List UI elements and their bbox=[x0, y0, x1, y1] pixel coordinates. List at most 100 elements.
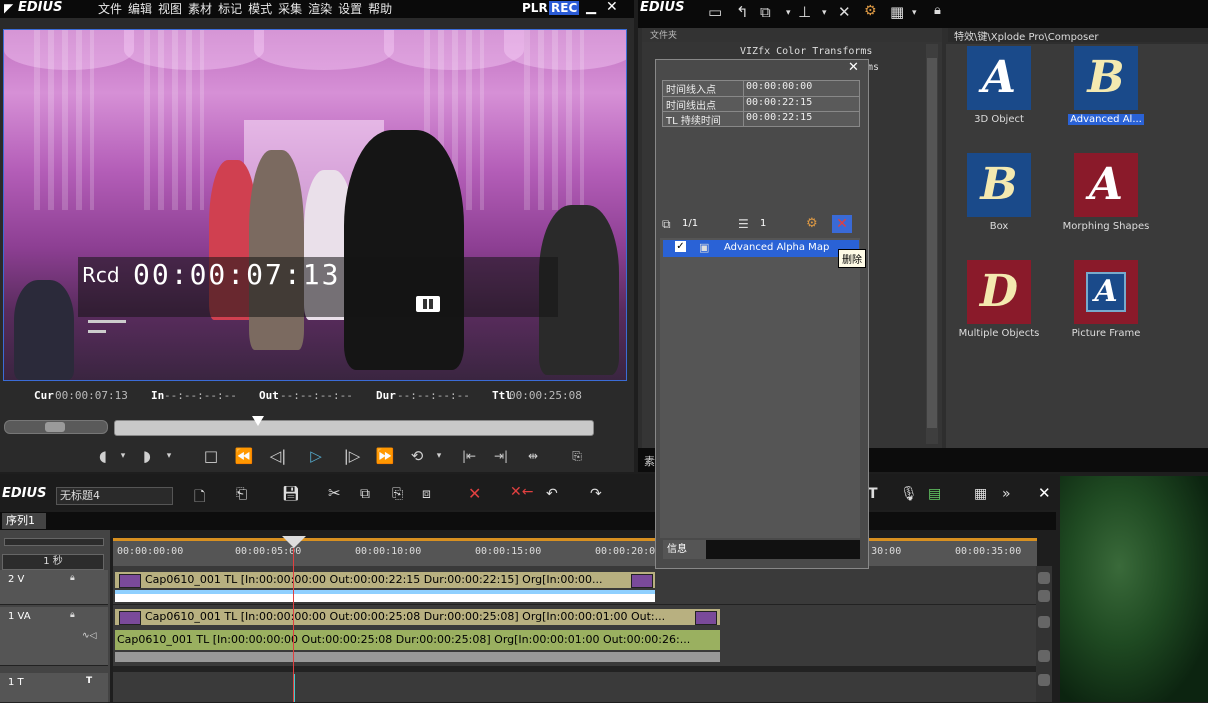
grid-icon[interactable]: ▦ bbox=[974, 486, 987, 502]
lock-icon[interactable]: 🔒︎ bbox=[70, 610, 75, 620]
menu-edit[interactable]: 编辑 bbox=[128, 2, 152, 16]
mic-icon[interactable]: 🎙︎ bbox=[900, 486, 918, 502]
bottom-tab[interactable]: 素 bbox=[644, 453, 655, 469]
close-icon[interactable]: ✕ bbox=[1038, 484, 1051, 502]
menu-mode[interactable]: 模式 bbox=[248, 2, 272, 16]
letter-b-icon: B bbox=[1074, 46, 1138, 110]
checkbox-icon[interactable]: ✓ bbox=[675, 241, 686, 252]
chevron-down-icon[interactable]: ▾ bbox=[822, 8, 827, 18]
timeline-ruler[interactable]: 00:00:00:00 00:00:05:00 00:00:10:00 00:0… bbox=[113, 538, 1037, 566]
loop-icon[interactable]: ⟲ bbox=[406, 444, 428, 468]
effect-morphing-shapes[interactable]: A bbox=[1074, 153, 1138, 217]
cut-icon[interactable]: ✂ bbox=[328, 484, 341, 502]
redo-icon[interactable]: ↷ bbox=[590, 486, 602, 502]
delete-icon[interactable]: ✕ bbox=[838, 3, 851, 21]
render-icon[interactable]: ▤ bbox=[928, 486, 941, 502]
up-folder-icon[interactable]: ↰ bbox=[736, 3, 749, 21]
effect-settings-icon[interactable]: ⚙ bbox=[864, 3, 877, 19]
lock-icon[interactable]: 🔒︎ bbox=[70, 573, 75, 583]
undo-icon[interactable]: ↶ bbox=[546, 486, 558, 502]
menu-view[interactable]: 视图 bbox=[158, 2, 182, 16]
info-table: 时间线入点 00:00:00:00 时间线出点 00:00:22:15 TL 持续时… bbox=[662, 80, 860, 127]
project-name-field[interactable]: 无标题4 bbox=[56, 487, 173, 505]
slider-thumb[interactable] bbox=[252, 416, 264, 426]
next-edit-icon[interactable]: ⇥| bbox=[488, 444, 514, 468]
effect-picture-frame[interactable]: A bbox=[1074, 260, 1138, 324]
delete-icon[interactable]: ✕ bbox=[468, 484, 481, 503]
effects-path: 特效\键\Xplode Pro\Composer bbox=[948, 28, 1208, 43]
ripple-delete-icon[interactable]: ✕← bbox=[510, 484, 533, 500]
step-back-icon[interactable]: ◁| bbox=[266, 444, 290, 468]
lock-icon[interactable]: 🔒︎ bbox=[934, 3, 941, 18]
chevron-down-icon[interactable]: ▾ bbox=[786, 8, 791, 18]
track-header-v2[interactable]: 2 V 🔒︎ bbox=[0, 570, 108, 605]
menu-marker[interactable]: 标记 bbox=[218, 2, 242, 16]
effect-settings-icon[interactable]: ⚙ bbox=[806, 216, 818, 231]
effect-3d-object[interactable]: A bbox=[967, 46, 1031, 110]
title-icon[interactable]: T bbox=[868, 486, 878, 502]
fast-forward-icon[interactable]: ⏩ bbox=[372, 444, 398, 468]
chevron-down-icon[interactable]: ▾ bbox=[118, 444, 128, 468]
prev-edit-icon[interactable]: |⇤ bbox=[456, 444, 482, 468]
step-forward-icon[interactable]: |▷ bbox=[340, 444, 364, 468]
rec-button[interactable]: REC bbox=[549, 1, 580, 15]
more-icon[interactable]: » bbox=[1002, 486, 1011, 502]
effect-advanced-alpha[interactable]: B bbox=[1074, 46, 1138, 110]
copy-icon[interactable]: ⧉ bbox=[760, 3, 771, 21]
paste-icon[interactable]: ⎘ bbox=[392, 486, 403, 502]
apply-icon[interactable]: ⊥ bbox=[798, 3, 811, 21]
playhead-marker[interactable] bbox=[282, 536, 306, 548]
menu-settings[interactable]: 设置 bbox=[338, 2, 362, 16]
view-icon[interactable]: ▦ bbox=[890, 3, 904, 21]
menu-bar: 文件 编辑 视图 素材 标记 模式 采集 渲染 设置 帮助 bbox=[98, 0, 398, 17]
info-tabbar bbox=[706, 540, 860, 559]
close-icon[interactable]: ✕ bbox=[848, 60, 859, 75]
tab-sequence1[interactable]: 序列1 bbox=[2, 513, 46, 529]
folder-icon[interactable]: ▭ bbox=[708, 3, 722, 21]
chevron-down-icon[interactable]: ▾ bbox=[434, 444, 444, 468]
clip-va-audio[interactable]: Cap0610_001 TL [In:00:00:00:00 Out:00:00… bbox=[115, 630, 720, 650]
menu-render[interactable]: 渲染 bbox=[308, 2, 332, 16]
replace-icon[interactable]: ⧈ bbox=[422, 486, 431, 502]
video-preview bbox=[3, 29, 627, 381]
clip-v2[interactable]: Cap0610_001 TL [In:00:00:00:00 Out:00:00… bbox=[115, 572, 655, 588]
open-icon[interactable]: ⎗ bbox=[236, 486, 247, 502]
zoom-selector[interactable]: 1 秒 bbox=[2, 554, 104, 570]
tab-information[interactable]: 信息 bbox=[663, 540, 709, 559]
set-in-icon[interactable]: ◖ bbox=[96, 444, 110, 468]
tree-item-vizfx[interactable]: VIZfx Color Transforms bbox=[740, 46, 872, 57]
copy-icon[interactable]: ⧉ bbox=[360, 486, 370, 502]
rewind-icon[interactable]: ⏪ bbox=[232, 444, 256, 468]
play-icon[interactable]: ▷ bbox=[304, 444, 328, 468]
effect-box[interactable]: B bbox=[967, 153, 1031, 217]
track-header-va1[interactable]: 1 VA 🔒︎ ∿◁ bbox=[0, 607, 108, 666]
effect-multiple-objects[interactable]: D bbox=[967, 260, 1031, 324]
new-icon[interactable]: 🗋︎ bbox=[194, 486, 205, 510]
timeline-scrollbar[interactable] bbox=[1036, 566, 1052, 702]
clip-va-video[interactable]: Cap0610_001 TL [In:00:00:00:00 Out:00:00… bbox=[115, 609, 720, 625]
menu-clip[interactable]: 素材 bbox=[188, 2, 212, 16]
position-slider[interactable] bbox=[114, 420, 594, 436]
audio-level-bar bbox=[115, 652, 720, 662]
save-icon[interactable]: 💾︎ bbox=[282, 486, 300, 502]
match-frame-icon[interactable]: ⇹ bbox=[520, 444, 546, 468]
stop-icon[interactable]: □ bbox=[202, 444, 220, 468]
info-row: 时间线出点 00:00:22:15 bbox=[663, 96, 859, 112]
close-icon[interactable]: ✕ bbox=[606, 0, 618, 15]
menu-capture[interactable]: 采集 bbox=[278, 2, 302, 16]
chevron-down-icon[interactable]: ▾ bbox=[164, 444, 174, 468]
ruler-tick: 00:00:20:00 bbox=[595, 546, 662, 557]
export-icon[interactable]: ⎘ bbox=[566, 444, 588, 468]
waveform-icon[interactable]: ∿◁ bbox=[82, 631, 96, 641]
track-header-t1[interactable]: 1 T T bbox=[0, 673, 108, 703]
delete-icon[interactable]: ✕ bbox=[832, 215, 852, 233]
folder-scrollbar[interactable] bbox=[926, 44, 938, 444]
minimize-icon[interactable]: ▁ bbox=[586, 0, 596, 15]
ruler-tick: 00:00:35:00 bbox=[955, 546, 1022, 557]
chevron-down-icon[interactable]: ▾ bbox=[912, 8, 917, 18]
set-out-icon[interactable]: ◗ bbox=[140, 444, 154, 468]
menu-file[interactable]: 文件 bbox=[98, 2, 122, 16]
plr-button[interactable]: PLR bbox=[522, 1, 548, 15]
menu-help[interactable]: 帮助 bbox=[368, 2, 392, 16]
shuttle-slider[interactable] bbox=[4, 420, 108, 434]
